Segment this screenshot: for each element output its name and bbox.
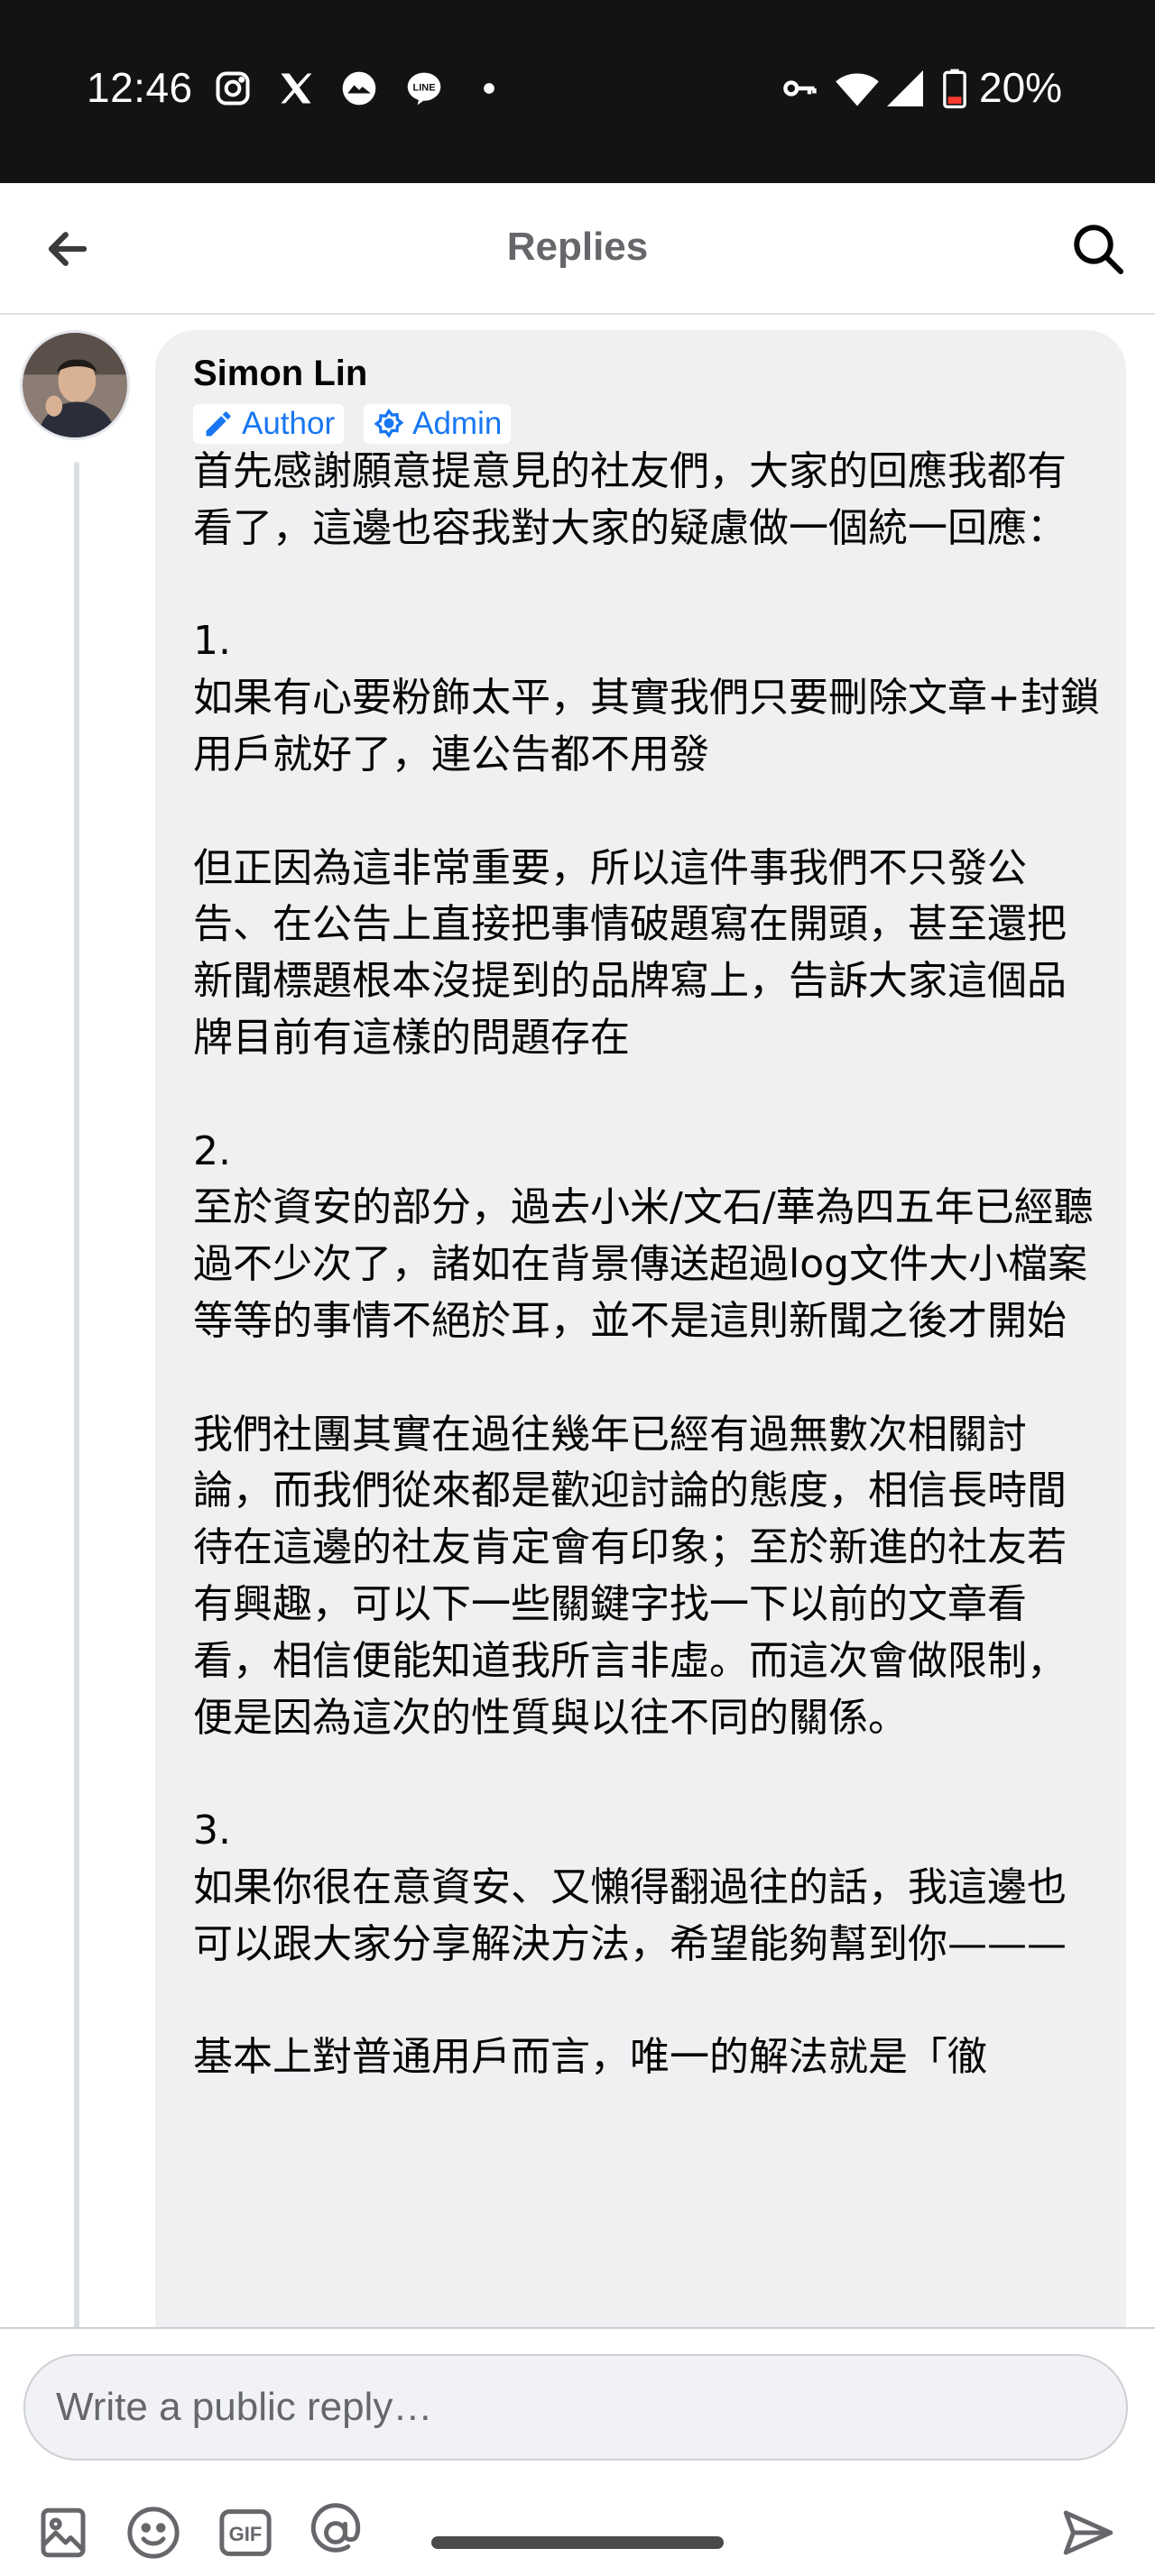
- comment-paragraph: 1. 如果有心要粉飾太平，其實我們只要刪除文章+封鎖用戶就好了，連公告都不用發: [193, 618, 1100, 777]
- search-button[interactable]: [1065, 216, 1132, 282]
- status-time: 12:46: [87, 64, 193, 111]
- instagram-icon: [213, 69, 253, 108]
- battery-percent: 20%: [979, 64, 1063, 111]
- send-button[interactable]: [1056, 2500, 1121, 2565]
- battery-icon: [938, 69, 971, 109]
- page-title: Replies: [506, 225, 649, 269]
- cell-signal-icon: [882, 69, 928, 108]
- gif-icon: GIF: [219, 2509, 272, 2556]
- weather-icon: [339, 69, 379, 108]
- admin-badge: Admin: [364, 404, 512, 444]
- status-bar: 12:46 LINE 20%: [0, 0, 1155, 183]
- comment-paragraph: 首先感謝願意提意見的社友們，大家的回應我都有看了，這邊也容我對大家的疑慮做一個統…: [193, 448, 1067, 551]
- search-icon: [1074, 225, 1123, 274]
- home-indicator[interactable]: [431, 2536, 724, 2549]
- emoji-icon: [127, 2507, 180, 2559]
- comment-paragraph: 3. 如果你很在意資安、又懶得翻過往的話，我這邊也可以跟大家分享解決方法，希望能…: [193, 1808, 1067, 1967]
- mention-icon: [310, 2503, 361, 2553]
- wifi-icon: [832, 69, 882, 108]
- avatar[interactable]: [20, 330, 130, 440]
- x-icon: [276, 69, 316, 108]
- header: Replies: [0, 183, 1155, 315]
- author-badges: Author Admin: [193, 404, 512, 444]
- photo-button[interactable]: [31, 2500, 96, 2565]
- comment-paragraph: 我們社團其實在過往幾年已經有過無數次相關討論，而我們從來都是歡迎討論的態度，相信…: [193, 1411, 1067, 1741]
- author-badge: Author: [193, 404, 345, 444]
- gif-button[interactable]: GIF: [213, 2500, 278, 2565]
- comment-paragraph: 但正因為這非常重要，所以這件事我們不只發公告、在公告上直接把事情破題寫在開頭，甚…: [193, 844, 1067, 1061]
- admin-shield-icon: [374, 408, 404, 438]
- comment-paragraph: 2. 至於資安的部分，過去小米/文石/華為四五年已經聽過不少次了，諸如在背景傳送…: [193, 1127, 1094, 1344]
- reply-input[interactable]: [23, 2354, 1128, 2461]
- svg-text:LINE: LINE: [412, 82, 435, 93]
- author-name[interactable]: Simon Lin: [193, 354, 367, 394]
- svg-text:GIF: GIF: [229, 2523, 263, 2545]
- admin-badge-label: Admin: [412, 406, 503, 441]
- vpn-key-icon: [780, 69, 819, 108]
- mention-button[interactable]: [303, 2500, 368, 2565]
- line-icon: LINE: [404, 69, 444, 108]
- send-icon: [1063, 2510, 1113, 2555]
- emoji-button[interactable]: [121, 2500, 186, 2565]
- thread-line: [74, 462, 79, 2329]
- comment-paragraph: 基本上對普通用戶而言，唯一的解法就是「徹: [193, 2034, 987, 2081]
- dot-icon: [469, 69, 509, 108]
- photo-icon: [41, 2507, 86, 2558]
- author-badge-label: Author: [242, 406, 336, 441]
- pencil-icon: [206, 411, 231, 437]
- comment-body: 首先感謝願意提意見的社友們，大家的回應我都有看了，這邊也容我對大家的疑慮做一個統…: [193, 444, 1104, 2086]
